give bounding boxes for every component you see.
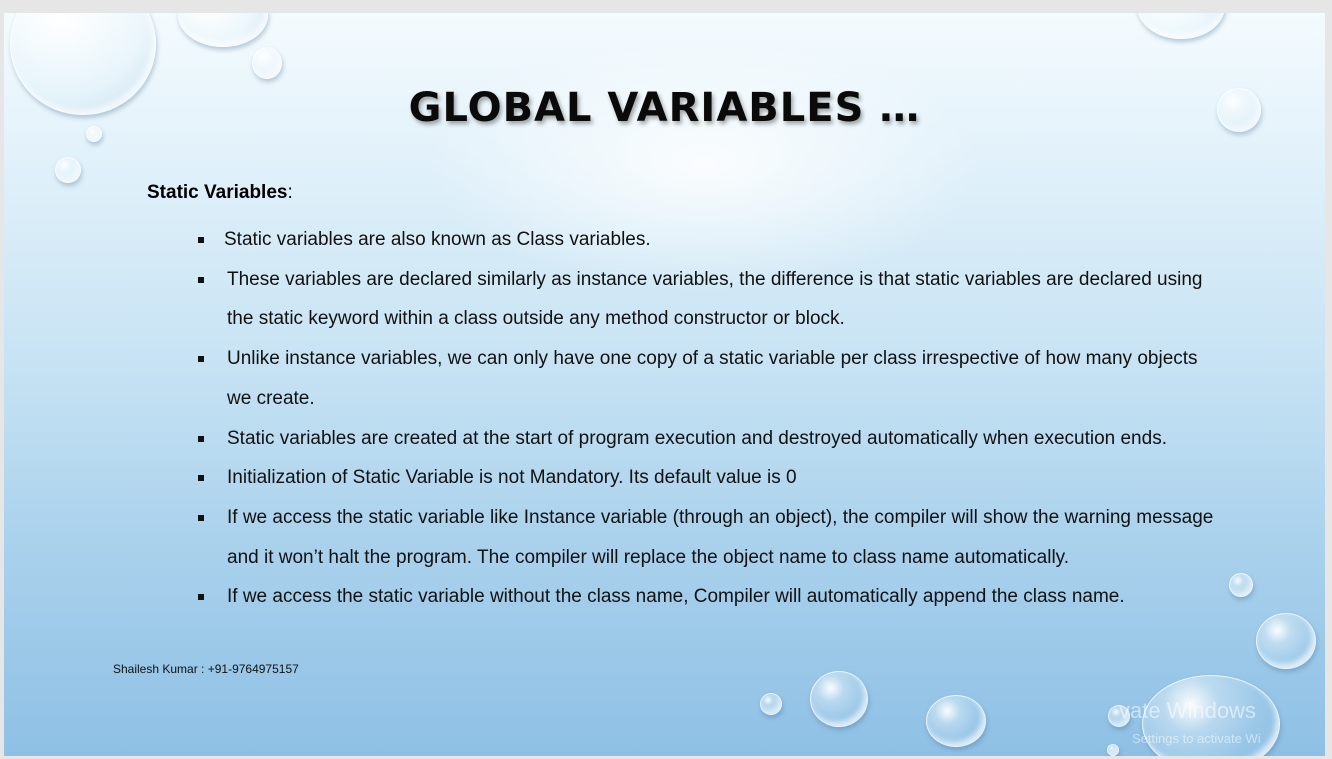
list-item-text: If we access the static variable without… [227, 586, 1125, 608]
section-heading: Static Variables: [147, 182, 293, 204]
list-item: Static variables are created at the star… [194, 419, 1224, 459]
list-item-text: If we access the static variable like In… [227, 506, 1214, 568]
water-drop-decoration [252, 47, 282, 79]
water-drop-decoration [1137, 13, 1225, 39]
square-bullet-icon [198, 276, 204, 283]
square-bullet-icon [198, 356, 204, 363]
list-item: Initialization of Static Variable is not… [194, 458, 1224, 498]
square-bullet-icon [198, 594, 204, 601]
water-drop-decoration [178, 13, 268, 47]
square-bullet-icon [198, 514, 204, 521]
square-bullet-icon [198, 237, 204, 243]
water-drop-decoration [760, 693, 782, 715]
activation-watermark-subtext: Settings to activate Wi [1132, 731, 1261, 746]
section-heading-colon: : [287, 182, 293, 203]
list-item-text: These variables are declared similarly a… [227, 268, 1203, 330]
slide-title: GLOBAL VARIABLES … [408, 85, 921, 131]
square-bullet-icon [198, 435, 204, 442]
water-drop-decoration [1107, 744, 1119, 756]
list-item-text: Static variables are also known as Class… [224, 229, 651, 250]
list-item: Unlike instance variables, we can only h… [194, 339, 1224, 418]
list-item: If we access the static variable without… [194, 577, 1224, 617]
list-item: Static variables are also known as Class… [194, 220, 1224, 260]
list-item-text: Unlike instance variables, we can only h… [227, 348, 1198, 409]
water-drop-decoration [1256, 613, 1316, 669]
list-item: If we access the static variable like In… [194, 498, 1224, 577]
section-heading-label: Static Variables [147, 182, 288, 203]
water-drop-decoration [55, 157, 81, 183]
square-bullet-icon [198, 475, 204, 482]
slide-footer: Shailesh Kumar : +91-9764975157 [113, 662, 299, 676]
water-drop-decoration [810, 671, 868, 727]
activation-watermark: vate Windows [1119, 698, 1256, 723]
presentation-slide: GLOBAL VARIABLES … Static Variables: Sta… [4, 13, 1325, 756]
water-drop-decoration [1229, 573, 1253, 597]
list-item-text: Initialization of Static Variable is not… [227, 467, 797, 489]
bullet-list: Static variables are also known as Class… [194, 220, 1224, 617]
water-drop-decoration [926, 695, 986, 747]
list-item: These variables are declared similarly a… [194, 260, 1224, 339]
list-item-text: Static variables are created at the star… [227, 427, 1167, 449]
